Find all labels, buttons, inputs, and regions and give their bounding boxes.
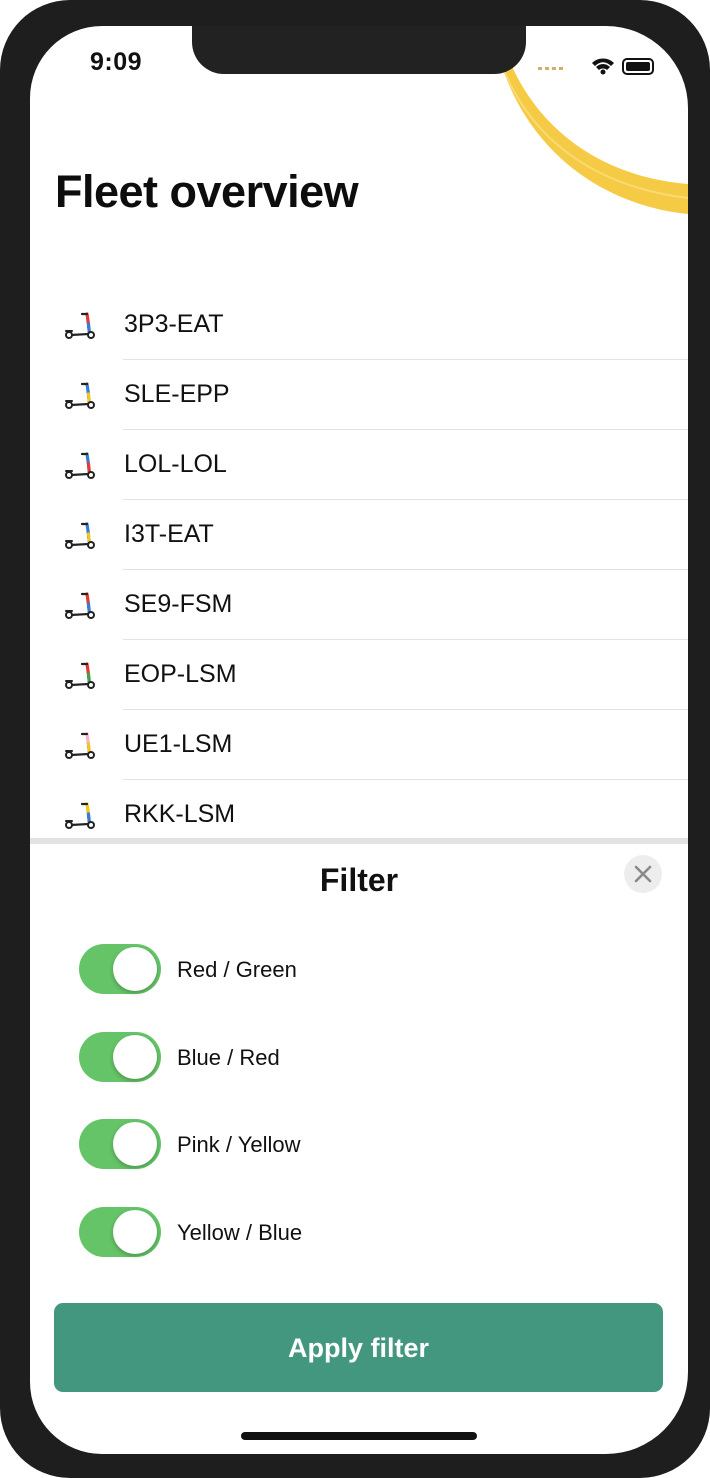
filter-option-label: Yellow / Blue <box>177 1220 303 1245</box>
battery-icon <box>622 58 654 75</box>
scooter-icon <box>65 452 95 479</box>
fleet-list: 3P3-EAT SLE-EPP LOL-LOL I3T-EAT SE9-FSM … <box>30 290 688 850</box>
scooter-id: SE9-FSM <box>124 590 233 618</box>
filter-toggle[interactable] <box>79 1032 161 1082</box>
scooter-icon <box>65 662 95 689</box>
signal-icon <box>538 67 563 70</box>
scooter-id: RKK-LSM <box>124 800 236 828</box>
scooter-icon <box>65 592 95 619</box>
close-icon <box>634 865 652 883</box>
status-icons <box>538 58 654 75</box>
scooter-icon <box>65 522 95 549</box>
list-item[interactable]: LOL-LOL <box>30 430 688 500</box>
list-item[interactable]: 3P3-EAT <box>30 290 688 360</box>
apply-filter-button[interactable]: Apply filter <box>54 1303 663 1392</box>
filter-option: Yellow / Blue <box>79 1207 639 1259</box>
list-item[interactable]: UE1-LSM <box>30 710 688 780</box>
filter-option-label: Blue / Red <box>177 1045 280 1070</box>
filter-title: Filter <box>319 862 399 898</box>
filter-option-label: Red / Green <box>177 957 297 982</box>
status-time: 9:09 <box>90 48 143 76</box>
scooter-icon <box>65 382 95 409</box>
toggle-knob <box>113 947 157 991</box>
app-screen: 9:09 Fleet overview 3P3-EAT SLE-EPP LOL-… <box>30 26 688 1454</box>
scooter-id: 3P3-EAT <box>124 310 224 338</box>
device-notch <box>192 26 526 74</box>
toggle-knob <box>113 1210 157 1254</box>
filter-option: Blue / Red <box>79 1032 639 1084</box>
scooter-id: UE1-LSM <box>124 730 233 758</box>
home-indicator <box>241 1432 477 1440</box>
filter-toggle[interactable] <box>79 1119 161 1169</box>
scooter-id: I3T-EAT <box>124 520 214 548</box>
scooter-icon <box>65 732 95 759</box>
scooter-icon <box>65 802 95 829</box>
page-title: Fleet overview <box>55 166 359 217</box>
filter-option-label: Pink / Yellow <box>177 1132 301 1157</box>
wifi-icon <box>592 58 614 75</box>
scooter-icon <box>65 312 95 339</box>
close-button[interactable] <box>624 855 662 893</box>
filter-option: Red / Green <box>79 944 639 996</box>
toggle-knob <box>113 1122 157 1166</box>
list-item[interactable]: SE9-FSM <box>30 570 688 640</box>
phone-device: 9:09 Fleet overview 3P3-EAT SLE-EPP LOL-… <box>0 0 710 1478</box>
scooter-id: EOP-LSM <box>124 660 237 688</box>
scooter-id: SLE-EPP <box>124 380 230 408</box>
filter-toggle[interactable] <box>79 944 161 994</box>
list-item[interactable]: SLE-EPP <box>30 360 688 430</box>
toggle-knob <box>113 1035 157 1079</box>
filter-toggle[interactable] <box>79 1207 161 1257</box>
filter-option: Pink / Yellow <box>79 1119 639 1171</box>
list-item[interactable]: I3T-EAT <box>30 500 688 570</box>
list-item[interactable]: EOP-LSM <box>30 640 688 710</box>
scooter-id: LOL-LOL <box>124 450 227 478</box>
